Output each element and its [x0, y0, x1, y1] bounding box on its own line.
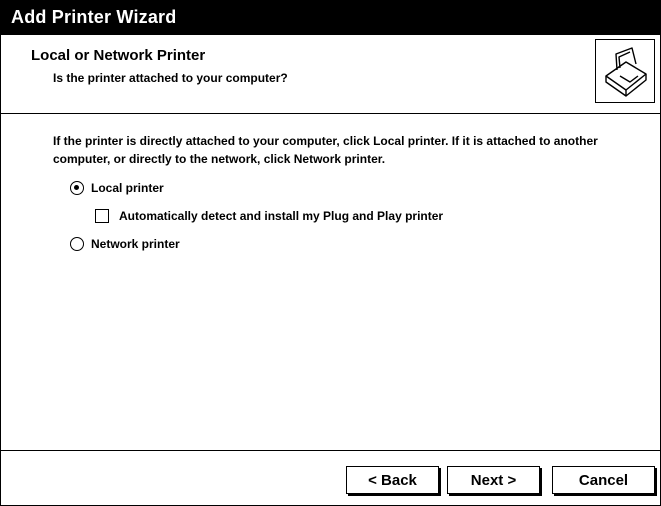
instruction-text: If the printer is directly attached to y…: [53, 134, 598, 166]
local-printer-label[interactable]: Local printer: [91, 181, 164, 195]
network-printer-label[interactable]: Network printer: [91, 237, 180, 251]
auto-detect-checkbox[interactable]: [95, 209, 109, 223]
wizard-header: Local or Network Printer Is the printer …: [1, 35, 660, 114]
window-title: Add Printer Wizard: [11, 7, 177, 27]
footer-divider: [1, 450, 660, 451]
add-printer-wizard-window: Add Printer Wizard Local or Network Prin…: [0, 0, 661, 506]
printer-icon: [605, 47, 647, 97]
local-printer-radio[interactable]: [70, 181, 84, 195]
cancel-button[interactable]: Cancel: [552, 466, 655, 494]
page-heading: Local or Network Printer: [31, 47, 206, 64]
wizard-content: If the printer is directly attached to y…: [1, 114, 660, 450]
printer-icon-frame: [595, 39, 655, 103]
auto-detect-label[interactable]: Automatically detect and install my Plug…: [119, 209, 443, 223]
network-printer-radio[interactable]: [70, 237, 84, 251]
page-subheading: Is the printer attached to your computer…: [53, 71, 288, 85]
next-button[interactable]: Next >: [447, 466, 540, 494]
back-button[interactable]: < Back: [346, 466, 439, 494]
title-bar: Add Printer Wizard: [1, 1, 660, 35]
